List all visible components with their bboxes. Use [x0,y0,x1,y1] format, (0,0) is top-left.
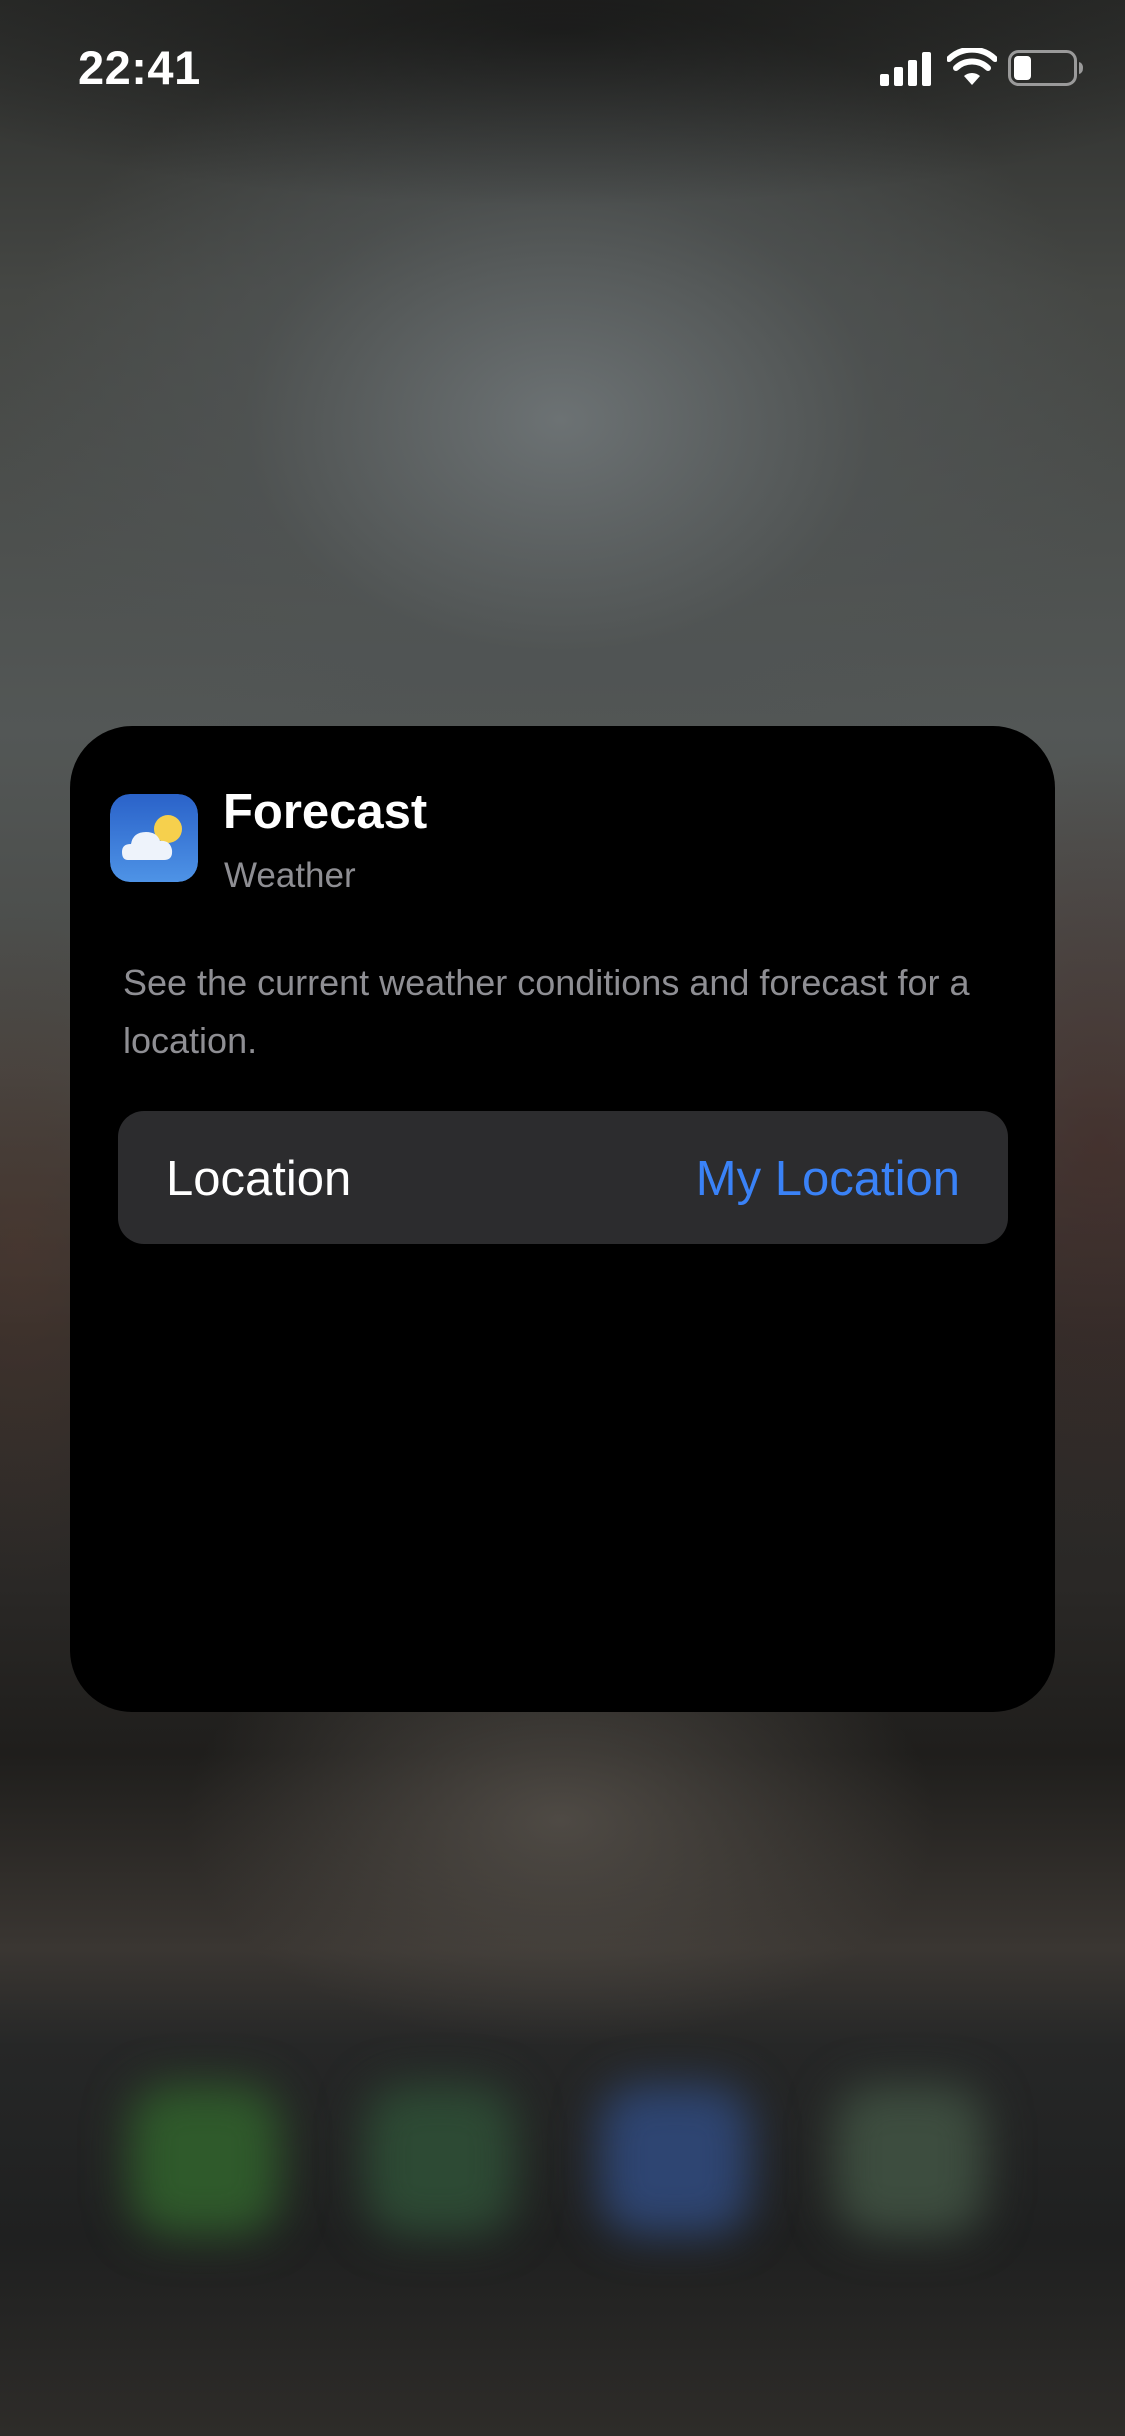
wifi-icon [947,48,997,85]
weather-app-icon [110,794,198,882]
dock-phone-icon [130,2085,280,2235]
battery-icon [1008,50,1083,86]
dock-app-icon [835,2085,985,2235]
location-value-button[interactable]: My Location [696,1151,960,1207]
widget-title: Forecast [223,785,428,839]
widget-app-name: Weather [224,856,356,895]
status-time: 22:41 [78,41,201,94]
widget-configuration-card: Forecast Weather See the current weather… [70,726,1055,1712]
location-setting-row[interactable]: Location My Location [118,1111,1008,1244]
widget-description: See the current weather conditions and f… [123,962,970,1061]
dock-safari-icon [600,2085,750,2235]
dock-messages-icon [365,2085,515,2235]
location-label: Location [166,1152,352,1206]
status-bar: 22:41 [0,0,1125,140]
cellular-signal-icon [880,52,931,86]
